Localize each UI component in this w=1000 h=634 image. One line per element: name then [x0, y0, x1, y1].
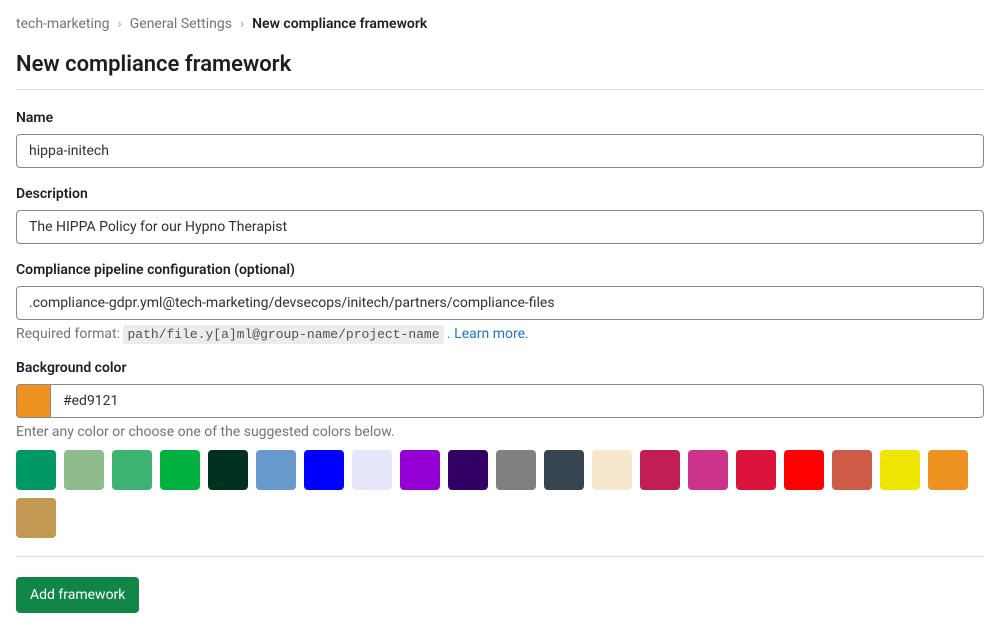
color-swatch[interactable]	[736, 450, 776, 490]
color-swatch[interactable]	[448, 450, 488, 490]
name-field-group: Name	[16, 110, 984, 168]
color-swatch[interactable]	[352, 450, 392, 490]
color-swatch[interactable]	[544, 450, 584, 490]
pipeline-help-text: Required format: path/file.y[a]ml@group-…	[16, 326, 984, 342]
pipeline-label: Compliance pipeline configuration (optio…	[16, 262, 984, 278]
divider	[16, 556, 984, 557]
learn-more-link[interactable]: Learn more.	[454, 326, 529, 342]
chevron-right-icon: ›	[240, 16, 244, 32]
color-swatch[interactable]	[304, 450, 344, 490]
color-swatch[interactable]	[16, 498, 56, 538]
color-field-group: Background color Enter any color or choo…	[16, 360, 984, 538]
name-input[interactable]	[16, 134, 984, 168]
color-swatch[interactable]	[208, 450, 248, 490]
color-swatch[interactable]	[160, 450, 200, 490]
page-title: New compliance framework	[16, 52, 984, 77]
color-swatch[interactable]	[928, 450, 968, 490]
color-swatch[interactable]	[64, 450, 104, 490]
color-swatch-preview	[16, 384, 50, 418]
color-swatch[interactable]	[256, 450, 296, 490]
color-swatch[interactable]	[112, 450, 152, 490]
color-swatch[interactable]	[400, 450, 440, 490]
color-swatch[interactable]	[592, 450, 632, 490]
submit-section: Add framework	[16, 577, 984, 613]
breadcrumb-item-group[interactable]: tech-marketing	[16, 16, 110, 32]
color-help-text: Enter any color or choose one of the sug…	[16, 424, 984, 440]
pipeline-field-group: Compliance pipeline configuration (optio…	[16, 262, 984, 342]
pipeline-help-suffix: .	[444, 326, 455, 342]
breadcrumb: tech-marketing › General Settings › New …	[16, 16, 984, 32]
description-field-group: Description	[16, 186, 984, 244]
pipeline-help-code: path/file.y[a]ml@group-name/project-name	[123, 325, 443, 344]
color-label: Background color	[16, 360, 984, 376]
divider	[16, 89, 984, 90]
breadcrumb-item-settings[interactable]: General Settings	[130, 16, 232, 32]
color-swatch[interactable]	[880, 450, 920, 490]
name-label: Name	[16, 110, 984, 126]
pipeline-input[interactable]	[16, 286, 984, 320]
chevron-right-icon: ›	[118, 16, 122, 32]
color-input-row	[16, 384, 984, 418]
color-swatch[interactable]	[16, 450, 56, 490]
color-swatch[interactable]	[496, 450, 536, 490]
breadcrumb-item-current: New compliance framework	[252, 16, 427, 32]
color-swatch[interactable]	[640, 450, 680, 490]
add-framework-button[interactable]: Add framework	[16, 577, 139, 613]
color-swatch[interactable]	[784, 450, 824, 490]
color-input[interactable]	[50, 384, 984, 418]
description-input[interactable]	[16, 210, 984, 244]
color-swatch[interactable]	[688, 450, 728, 490]
pipeline-help-prefix: Required format:	[16, 326, 123, 342]
color-swatches	[16, 450, 984, 538]
color-swatch[interactable]	[832, 450, 872, 490]
description-label: Description	[16, 186, 984, 202]
